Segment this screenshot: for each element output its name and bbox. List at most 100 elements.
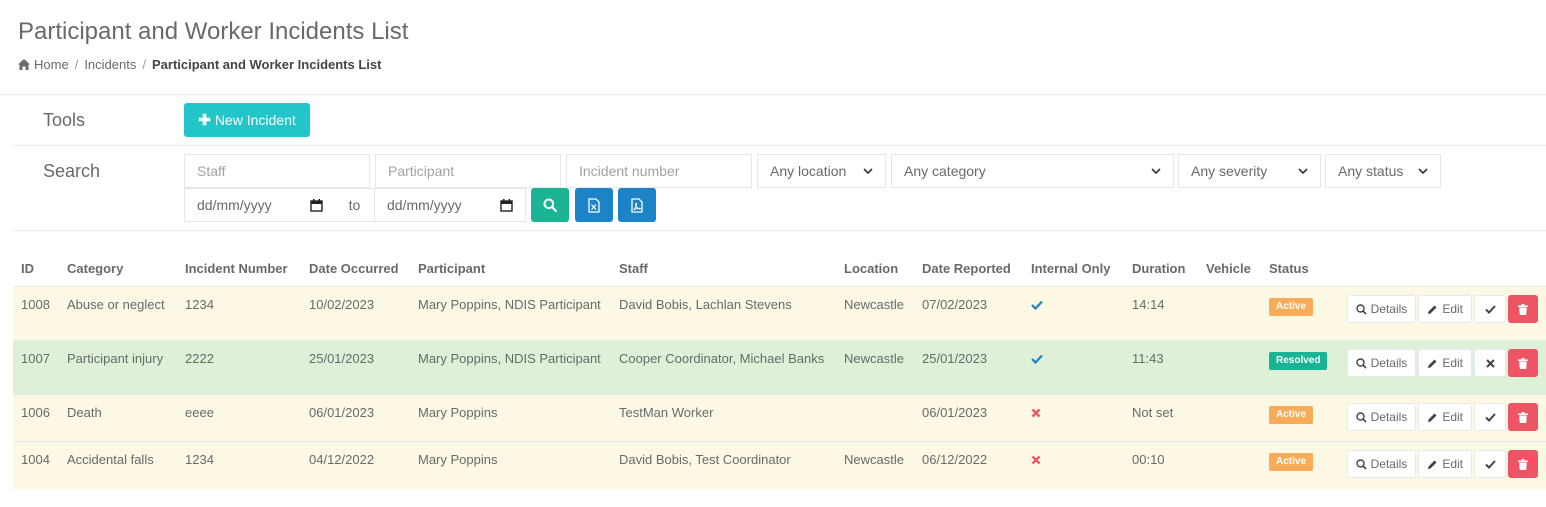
cell-participant: Mary Poppins	[410, 441, 611, 489]
col-header-internal-only[interactable]: Internal Only	[1023, 250, 1124, 287]
cell-status: Active	[1261, 441, 1336, 489]
resolve-button[interactable]	[1474, 450, 1506, 478]
date-range-to-label: to	[335, 188, 374, 222]
cell-category: Participant injury	[59, 340, 177, 395]
cell-date-occurred: 25/01/2023	[301, 340, 410, 395]
cell-date-reported: 06/12/2022	[914, 441, 1023, 489]
details-button[interactable]: Details	[1346, 403, 1417, 431]
cell-duration: Not set	[1124, 394, 1198, 442]
chevron-down-icon	[1418, 168, 1428, 174]
chevron-down-icon	[1151, 168, 1161, 174]
breadcrumb-separator: /	[74, 57, 79, 72]
delete-button[interactable]	[1508, 403, 1538, 431]
search-icon	[1355, 411, 1367, 423]
cell-internal-only	[1023, 286, 1124, 341]
col-header-vehicle[interactable]: Vehicle	[1198, 250, 1261, 287]
col-header-participant[interactable]: Participant	[410, 250, 611, 287]
cell-id: 1006	[13, 394, 59, 442]
export-pdf-button[interactable]	[618, 188, 656, 222]
severity-select[interactable]: Any severity	[1178, 154, 1321, 188]
export-excel-button[interactable]	[575, 188, 613, 222]
close-icon	[1485, 358, 1495, 368]
cell-category: Accidental falls	[59, 441, 177, 489]
incidents-table: ID Category Incident Number Date Occurre…	[13, 250, 1546, 489]
cell-vehicle	[1198, 394, 1261, 442]
col-header-date-reported[interactable]: Date Reported	[914, 250, 1023, 287]
category-select[interactable]: Any category	[891, 154, 1174, 188]
pdf-file-icon	[631, 197, 643, 213]
col-header-category[interactable]: Category	[59, 250, 177, 287]
edit-label: Edit	[1442, 456, 1463, 471]
staff-search-field[interactable]	[184, 154, 370, 188]
date-from-value: dd/mm/yyyy	[197, 197, 272, 213]
table-row[interactable]: 1004 Accidental falls 1234 04/12/2022 Ma…	[13, 441, 1546, 489]
delete-button[interactable]	[1508, 349, 1538, 377]
severity-select-value: Any severity	[1191, 163, 1268, 179]
date-to-value: dd/mm/yyyy	[387, 197, 462, 213]
check-icon	[1031, 354, 1043, 365]
col-header-date-occurred[interactable]: Date Occurred	[301, 250, 410, 287]
chevron-down-icon	[1298, 168, 1308, 174]
status-badge: Active	[1269, 298, 1314, 316]
delete-button[interactable]	[1508, 295, 1538, 323]
cell-participant: Mary Poppins, NDIS Participant	[410, 286, 611, 341]
trash-icon	[1518, 357, 1528, 369]
search-button[interactable]	[531, 188, 569, 222]
table-row[interactable]: 1008 Abuse or neglect 1234 10/02/2023 Ma…	[13, 286, 1546, 341]
trash-icon	[1518, 411, 1528, 423]
location-select[interactable]: Any location	[757, 154, 886, 188]
col-header-status[interactable]: Status	[1261, 250, 1336, 287]
status-badge: Active	[1269, 406, 1314, 424]
edit-button[interactable]: Edit	[1418, 349, 1472, 377]
delete-button[interactable]	[1508, 450, 1538, 478]
date-from-field[interactable]: dd/mm/yyyy	[184, 188, 336, 222]
status-select[interactable]: Any status	[1325, 154, 1441, 188]
participant-search-input[interactable]	[388, 163, 548, 179]
details-button[interactable]: Details	[1346, 295, 1417, 323]
search-icon	[1355, 458, 1367, 470]
calendar-icon[interactable]	[500, 198, 513, 212]
incident-number-search-input[interactable]	[579, 163, 739, 179]
date-to-field[interactable]: dd/mm/yyyy	[374, 188, 526, 222]
staff-search-input[interactable]	[197, 163, 357, 179]
participant-search-field[interactable]	[375, 154, 561, 188]
cell-date-reported: 07/02/2023	[914, 286, 1023, 341]
cell-id: 1007	[13, 340, 59, 395]
table-row[interactable]: 1007 Participant injury 2222 25/01/2023 …	[13, 340, 1546, 395]
calendar-icon[interactable]	[310, 198, 323, 212]
edit-button[interactable]: Edit	[1418, 450, 1472, 478]
cell-date-occurred: 10/02/2023	[301, 286, 410, 341]
incident-number-search-field[interactable]	[566, 154, 752, 188]
col-header-location[interactable]: Location	[836, 250, 914, 287]
table-row[interactable]: 1006 Death eeee 06/01/2023 Mary Poppins …	[13, 394, 1546, 442]
pencil-icon	[1428, 305, 1437, 314]
cell-staff: David Bobis, Lachlan Stevens	[611, 286, 836, 341]
excel-file-icon	[588, 197, 600, 213]
details-button[interactable]: Details	[1346, 450, 1417, 478]
edit-button[interactable]: Edit	[1418, 403, 1472, 431]
details-label: Details	[1370, 409, 1408, 424]
new-incident-button[interactable]: ✚ New Incident	[184, 103, 310, 137]
new-incident-label: New Incident	[214, 112, 296, 128]
col-header-duration[interactable]: Duration	[1124, 250, 1198, 287]
check-icon	[1031, 300, 1043, 311]
cross-icon	[1031, 455, 1041, 465]
page-title: Participant and Worker Incidents List	[18, 18, 409, 45]
cell-duration: 00:10	[1124, 441, 1198, 489]
breadcrumb-incidents-link[interactable]: Incidents	[84, 57, 136, 72]
cell-vehicle	[1198, 441, 1261, 489]
cell-status: Active	[1261, 286, 1336, 341]
breadcrumb-home-link[interactable]: Home	[34, 57, 69, 72]
edit-button[interactable]: Edit	[1418, 295, 1472, 323]
cell-incident-number: 2222	[177, 340, 301, 395]
col-header-id[interactable]: ID	[13, 250, 59, 287]
resolve-button[interactable]	[1474, 295, 1506, 323]
resolve-button[interactable]	[1474, 403, 1506, 431]
details-button[interactable]: Details	[1346, 349, 1417, 377]
reopen-button[interactable]	[1474, 349, 1506, 377]
cell-internal-only	[1023, 340, 1124, 395]
header-divider	[0, 94, 1546, 95]
col-header-staff[interactable]: Staff	[611, 250, 836, 287]
details-label: Details	[1370, 301, 1408, 316]
col-header-incident-number[interactable]: Incident Number	[177, 250, 301, 287]
